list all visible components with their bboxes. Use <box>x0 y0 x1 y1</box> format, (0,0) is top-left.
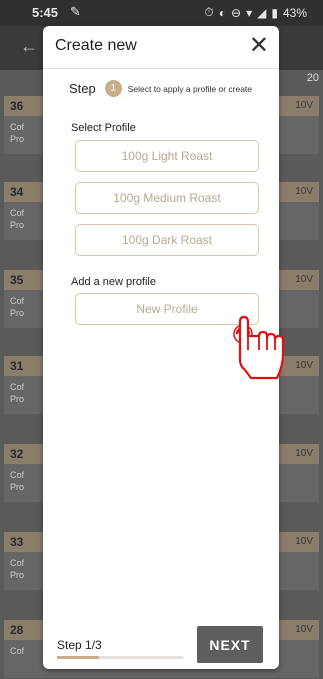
signal-icon: ◢ <box>257 5 267 20</box>
card-line: Pro <box>10 394 25 404</box>
card-line: Cof <box>10 296 25 306</box>
card-line: Cof <box>10 208 25 218</box>
card-line: Cof <box>10 470 25 480</box>
dialog-header: Create new ✕ <box>43 26 279 69</box>
card-volt: 10V <box>295 536 313 547</box>
profile-medium-roast-button[interactable]: 100g Medium Roast <box>75 182 259 214</box>
background-count: 20 <box>306 72 319 84</box>
profile-dark-roast-button[interactable]: 100g Dark Roast <box>75 224 259 256</box>
battery-percent: 43% <box>282 5 307 20</box>
select-profile-label: Select Profile <box>71 122 136 134</box>
card-volt: 10V <box>295 100 313 111</box>
card-volt: 10V <box>295 186 313 197</box>
card-line: Pro <box>10 482 25 492</box>
data-saver-icon: ◐ <box>218 5 227 20</box>
step-indicator: Step 1 Select to apply a profile or crea… <box>69 80 252 97</box>
card-line: Cof <box>10 558 25 568</box>
close-button[interactable]: ✕ <box>249 31 269 60</box>
card-line: Cof <box>10 646 25 656</box>
step-number-badge: 1 <box>104 80 122 97</box>
profile-light-roast-button[interactable]: 100g Light Roast <box>75 140 259 172</box>
card-line: Pro <box>10 220 25 230</box>
dialog-title: Create new <box>55 37 137 54</box>
card-number: 35 <box>10 273 24 287</box>
step-progress-bar <box>57 656 183 659</box>
navigation-status-icon: ✎ <box>70 4 81 19</box>
footer-step-label: Step 1/3 <box>57 638 102 652</box>
card-line: Cof <box>10 382 25 392</box>
card-number: 34 <box>10 185 24 199</box>
add-profile-label: Add a new profile <box>71 276 156 288</box>
card-number: 33 <box>10 535 24 549</box>
status-icons: ⏱ ◐ ⊖ ▾ ◢ ▮ 43% <box>204 5 307 20</box>
back-arrow-icon: ← <box>20 36 38 56</box>
card-volt: 10V <box>295 448 313 459</box>
card-line: Pro <box>10 570 25 580</box>
card-line: Cof <box>10 122 25 132</box>
card-number: 28 <box>10 623 24 637</box>
close-icon: ✕ <box>248 32 269 59</box>
dnd-icon: ⊖ <box>231 5 242 20</box>
step-hint: Select to apply a profile or create <box>127 83 253 94</box>
card-line: Pro <box>10 308 25 318</box>
hand-pointer-icon <box>233 315 285 380</box>
battery-icon: ▮ <box>271 5 278 20</box>
create-new-dialog: Create new ✕ Step 1 Select to apply a pr… <box>43 26 285 669</box>
status-bar: 5:45 ✎ ⏱ ◐ ⊖ ▾ ◢ ▮ 43% <box>0 0 323 26</box>
card-volt: 10V <box>295 624 313 635</box>
step-progress-fill <box>57 656 99 659</box>
card-volt: 10V <box>295 360 313 371</box>
card-number: 32 <box>10 447 24 461</box>
next-button[interactable]: NEXT <box>197 626 263 663</box>
card-number: 36 <box>10 99 24 113</box>
step-label: Step <box>69 81 96 96</box>
card-line: Pro <box>10 134 25 144</box>
status-time: 5:45 <box>32 5 59 20</box>
wifi-icon: ▾ <box>246 5 253 20</box>
alarm-icon: ⏱ <box>204 5 214 19</box>
card-volt: 10V <box>295 274 313 285</box>
card-number: 31 <box>10 359 24 373</box>
